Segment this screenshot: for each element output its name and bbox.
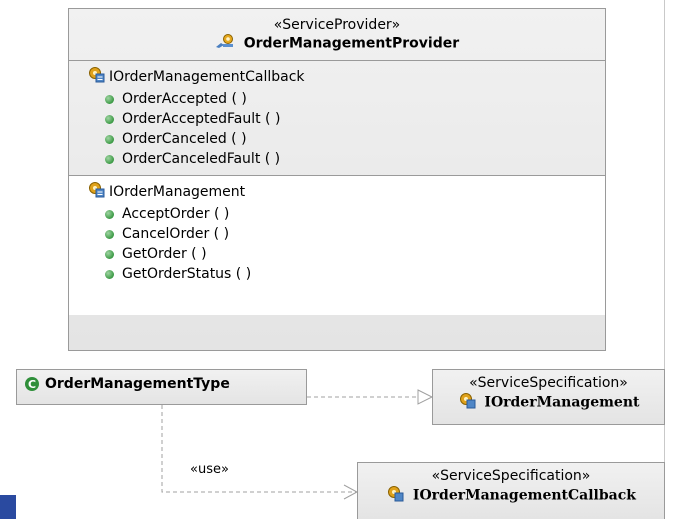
spec-callback-stereotype: «ServiceSpecification» bbox=[431, 468, 591, 484]
operation-name: AcceptOrder ( ) bbox=[122, 206, 230, 222]
spec-callback-node[interactable]: «ServiceSpecification» IOrderManagementC… bbox=[357, 462, 665, 519]
interface-gear-icon bbox=[458, 391, 476, 414]
spec-callback-header: «ServiceSpecification» IOrderManagementC… bbox=[358, 463, 664, 507]
callback-compartment: IOrderManagementCallback OrderAccepted (… bbox=[69, 60, 605, 175]
interface-gear-icon bbox=[87, 65, 105, 89]
use-label: «use» bbox=[190, 462, 229, 477]
type-class-node[interactable]: C OrderManagementType bbox=[16, 369, 307, 405]
interface-gear-icon bbox=[87, 180, 105, 204]
operation-row[interactable]: OrderCanceled ( ) bbox=[87, 129, 599, 149]
operation-name: OrderCanceledFault ( ) bbox=[122, 151, 281, 167]
operation-row[interactable]: GetOrderStatus ( ) bbox=[87, 264, 599, 284]
operation-row[interactable]: CancelOrder ( ) bbox=[87, 224, 599, 244]
operation-icon bbox=[105, 229, 114, 239]
operation-icon bbox=[105, 249, 114, 259]
operation-name: GetOrderStatus ( ) bbox=[122, 266, 252, 282]
operation-icon bbox=[105, 94, 114, 104]
operation-name: OrderAccepted ( ) bbox=[122, 91, 247, 107]
interface-row[interactable]: IOrderManagement bbox=[87, 180, 599, 204]
usage-line bbox=[161, 405, 356, 493]
provider-header: «ServiceProvider» OrderManagementProvide… bbox=[69, 9, 605, 60]
operation-row[interactable]: OrderAccepted ( ) bbox=[87, 89, 599, 109]
spec-management-node[interactable]: «ServiceSpecification» IOrderManagement bbox=[432, 369, 665, 425]
spec-management-header: «ServiceSpecification» IOrderManagement bbox=[433, 370, 664, 414]
operation-name: OrderAcceptedFault ( ) bbox=[122, 111, 281, 127]
spec-management-title-row: IOrderManagement bbox=[433, 391, 664, 414]
spec-management-name: IOrderManagement bbox=[484, 394, 640, 411]
type-class-title: C OrderManagementType bbox=[17, 370, 306, 398]
management-compartment: IOrderManagement AcceptOrder ( ) CancelO… bbox=[69, 175, 605, 315]
spec-management-stereotype: «ServiceSpecification» bbox=[469, 375, 628, 391]
provider-name: OrderManagementProvider bbox=[243, 35, 460, 52]
realization-arrowhead bbox=[417, 389, 434, 405]
operation-row[interactable]: GetOrder ( ) bbox=[87, 244, 599, 264]
service-provider-node[interactable]: «ServiceProvider» OrderManagementProvide… bbox=[68, 8, 606, 351]
operation-icon bbox=[105, 269, 114, 279]
interface-row[interactable]: IOrderManagementCallback bbox=[87, 65, 599, 89]
operation-row[interactable]: AcceptOrder ( ) bbox=[87, 204, 599, 224]
interface-gear-icon bbox=[386, 484, 404, 507]
operation-name: OrderCanceled ( ) bbox=[122, 131, 247, 147]
provider-stereotype: «ServiceProvider» bbox=[273, 17, 401, 33]
class-icon: C bbox=[25, 377, 39, 391]
spec-callback-title-row: IOrderManagementCallback bbox=[358, 484, 664, 507]
operation-icon bbox=[105, 209, 114, 219]
operation-icon bbox=[105, 114, 114, 124]
type-class-name: OrderManagementType bbox=[45, 376, 230, 392]
operation-row[interactable]: OrderCanceledFault ( ) bbox=[87, 149, 599, 169]
service-provider-icon bbox=[215, 33, 235, 54]
interface-name: IOrderManagementCallback bbox=[109, 68, 305, 85]
operation-icon bbox=[105, 154, 114, 164]
interface-name: IOrderManagement bbox=[109, 183, 246, 200]
operation-name: GetOrder ( ) bbox=[122, 246, 207, 262]
operation-row[interactable]: OrderAcceptedFault ( ) bbox=[87, 109, 599, 129]
operation-icon bbox=[105, 134, 114, 144]
provider-title-row: OrderManagementProvider bbox=[69, 33, 605, 54]
spec-callback-name: IOrderManagementCallback bbox=[412, 487, 636, 504]
operation-name: CancelOrder ( ) bbox=[122, 226, 230, 242]
